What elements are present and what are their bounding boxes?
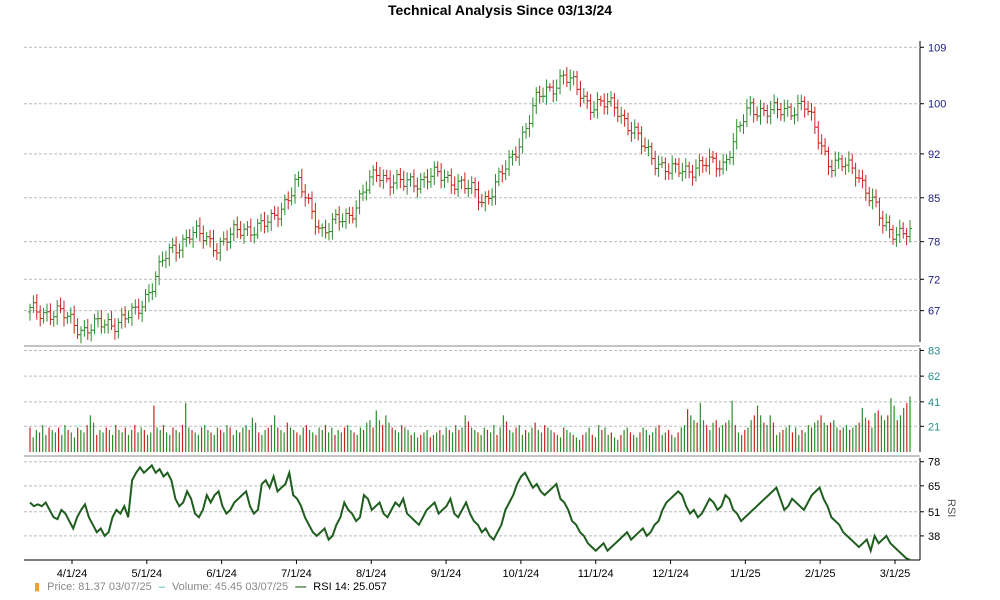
legend-volume: Volume: 45.45 03/07/25	[171, 581, 289, 593]
price-tick-label: 78	[928, 237, 940, 249]
rsi-tick-label: 65	[928, 481, 940, 493]
chart-root: Technical Analysis Since 03/13/24 109 100…	[0, 0, 1000, 600]
x-tick-label: 4/1/24	[57, 568, 88, 580]
x-tick-label: 6/1/24	[206, 568, 237, 580]
volume-tick-label: 21	[928, 421, 940, 433]
technical-chart: 109 100 92 85 78 72 67 83 62 41 21 78 65 51 38 RSI 4/1/2…	[24, 41, 957, 580]
legend-rsi-icon: —	[295, 581, 307, 593]
price-tick-label: 85	[928, 193, 940, 205]
legend-volume-icon: –	[158, 581, 165, 593]
price-tick-label: 109	[928, 42, 946, 54]
x-tick-label: 7/1/24	[281, 568, 312, 580]
rsi-tick-label: 78	[928, 457, 940, 469]
price-tick-label: 72	[928, 274, 940, 286]
x-tick-label: 8/1/24	[356, 568, 387, 580]
x-tick-label: 5/1/24	[132, 568, 163, 580]
x-tick-label: 3/1/25	[880, 568, 911, 580]
legend-rsi: RSI 14: 25.057	[313, 581, 387, 593]
volume-tick-label: 83	[928, 345, 940, 357]
x-tick-label: 11/1/24	[578, 568, 614, 580]
rsi-axis-label: RSI	[945, 499, 957, 517]
legend-price: Price: 81.37 03/07/25	[47, 581, 152, 593]
rsi-line	[29, 463, 911, 561]
x-tick-label: 9/1/24	[431, 568, 462, 580]
x-tick-label: 2/1/25	[805, 568, 836, 580]
price-tick-label: 92	[928, 149, 940, 161]
rsi-tick-label: 38	[928, 531, 940, 543]
price-tick-label: 100	[928, 99, 946, 111]
volume-tick-label: 62	[928, 371, 940, 383]
x-tick-label: 10/1/24	[503, 568, 540, 580]
price-tick-label: 67	[928, 306, 940, 318]
rsi-tick-label: 51	[928, 507, 940, 519]
legend-price-icon: ▮	[34, 581, 41, 593]
volume-tick-label: 41	[928, 397, 940, 409]
x-tick-label: 12/1/24	[652, 568, 689, 580]
legend: ▮ Price: 81.37 03/07/25 – Volume: 45.45 …	[34, 580, 391, 593]
x-tick-label: 1/1/25	[730, 568, 761, 580]
